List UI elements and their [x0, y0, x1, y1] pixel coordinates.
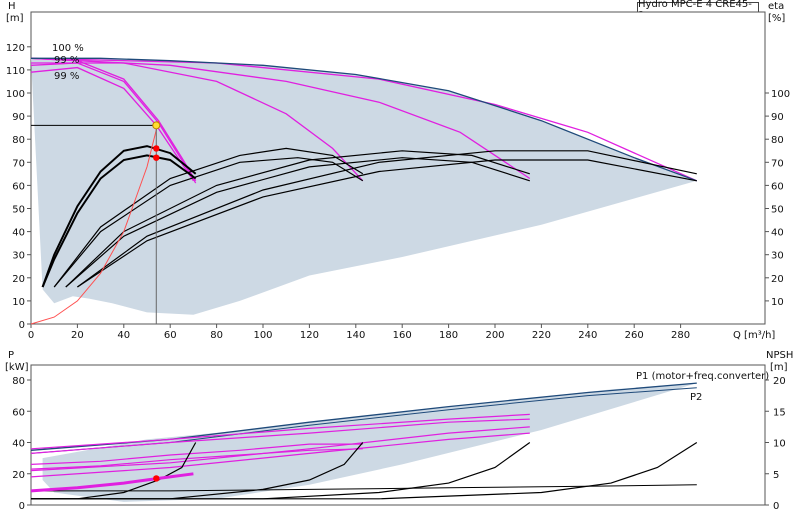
- y-axis-label-left: H: [8, 1, 16, 12]
- duty-point: [153, 475, 160, 482]
- y-tick-label-right: 60: [771, 181, 784, 192]
- legend-p1: P1 (motor+freq.converter): [636, 371, 769, 382]
- y-axis-unit-right: [m]: [770, 362, 788, 373]
- y-tick-label-right: 10: [771, 297, 784, 308]
- pump-curve-chart: 0 20 40 60 80 100 120 140 160 180 200 220 240 260 2800…: [5, 1, 793, 512]
- x-tick-label: 80: [210, 330, 223, 341]
- y-axis-unit-left: [m]: [6, 13, 24, 24]
- x-tick-label: 140: [346, 330, 365, 341]
- y-tick-label-left: 80: [12, 135, 25, 146]
- y-tick-label-left: 90: [12, 112, 25, 123]
- y-tick-label-right: 50: [771, 205, 784, 216]
- x-tick-label: 200: [485, 330, 504, 341]
- y-tick-label-left: 30: [12, 251, 25, 262]
- x-tick-label: 160: [393, 330, 412, 341]
- y-tick-label-right: 20: [773, 376, 786, 387]
- x-tick-label: 280: [671, 330, 690, 341]
- y-tick-label-left: 40: [12, 228, 25, 239]
- y-tick-label-left: 60: [12, 407, 25, 418]
- speed-label: 99 %: [54, 71, 79, 82]
- y-axis-label-right: eta: [768, 1, 784, 12]
- efficiency-point: [153, 145, 160, 152]
- speed-label: 99 %: [54, 55, 79, 66]
- x-tick-label: 180: [439, 330, 458, 341]
- y-tick-label-left: 20: [12, 470, 25, 481]
- y-tick-label-left: 0: [19, 320, 25, 331]
- efficiency-point: [153, 154, 160, 161]
- x-tick-label: 100: [253, 330, 272, 341]
- speed-label: 100 %: [52, 43, 84, 54]
- y-axis-unit-right: [%]: [768, 13, 785, 24]
- y-tick-label-right: 5: [773, 470, 779, 481]
- y-axis-label-left: P: [8, 350, 14, 361]
- x-tick-label: 120: [300, 330, 319, 341]
- y-tick-label-left: 0: [19, 501, 25, 512]
- y-tick-label-left: 10: [12, 297, 25, 308]
- y-tick-label-right: 10: [773, 439, 786, 450]
- x-tick-label: 240: [578, 330, 597, 341]
- y-tick-label-left: 110: [6, 66, 25, 77]
- y-tick-label-right: 30: [771, 251, 784, 262]
- x-tick-label: 260: [625, 330, 644, 341]
- y-tick-label-right: 20: [771, 274, 784, 285]
- legend-p2: P2: [690, 392, 702, 403]
- y-tick-label-right: 90: [771, 112, 784, 123]
- x-tick-label: 40: [117, 330, 130, 341]
- y-tick-label-left: 70: [12, 158, 25, 169]
- y-tick-label-left: 100: [6, 89, 25, 100]
- y-axis-label-right: NPSH: [766, 350, 793, 361]
- head-efficiency-chart: 0 20 40 60 80 100 120 140 160 180 200 220 240 260 280 0…: [6, 1, 790, 341]
- y-tick-label-left: 80: [12, 376, 25, 387]
- y-axis-unit-left: [kW]: [5, 362, 29, 373]
- y-tick-label-left: 40: [12, 439, 25, 450]
- x-axis-label: Q [m³/h]: [733, 330, 775, 341]
- y-tick-label-right: 100: [771, 89, 790, 100]
- y-tick-label-left: 60: [12, 181, 25, 192]
- x-tick-label: 60: [164, 330, 177, 341]
- y-tick-label-right: 70: [771, 158, 784, 169]
- y-tick-label-left: 20: [12, 274, 25, 285]
- y-tick-label-left: 50: [12, 205, 25, 216]
- x-tick-label: 220: [532, 330, 551, 341]
- y-tick-label-right: 80: [771, 135, 784, 146]
- y-tick-label-right: 0: [773, 501, 779, 512]
- y-tick-label-left: 120: [6, 43, 25, 54]
- x-tick-label: 0: [28, 330, 34, 341]
- y-tick-label-right: 40: [771, 228, 784, 239]
- duty-point: [152, 121, 161, 130]
- power-npsh-chart: 0 20 40 60 80 0 5 10 15 20 P[kW] NPSH[m]P1 (motor+f…: [5, 350, 793, 512]
- x-tick-label: 20: [71, 330, 84, 341]
- y-tick-label-right: 15: [773, 407, 786, 418]
